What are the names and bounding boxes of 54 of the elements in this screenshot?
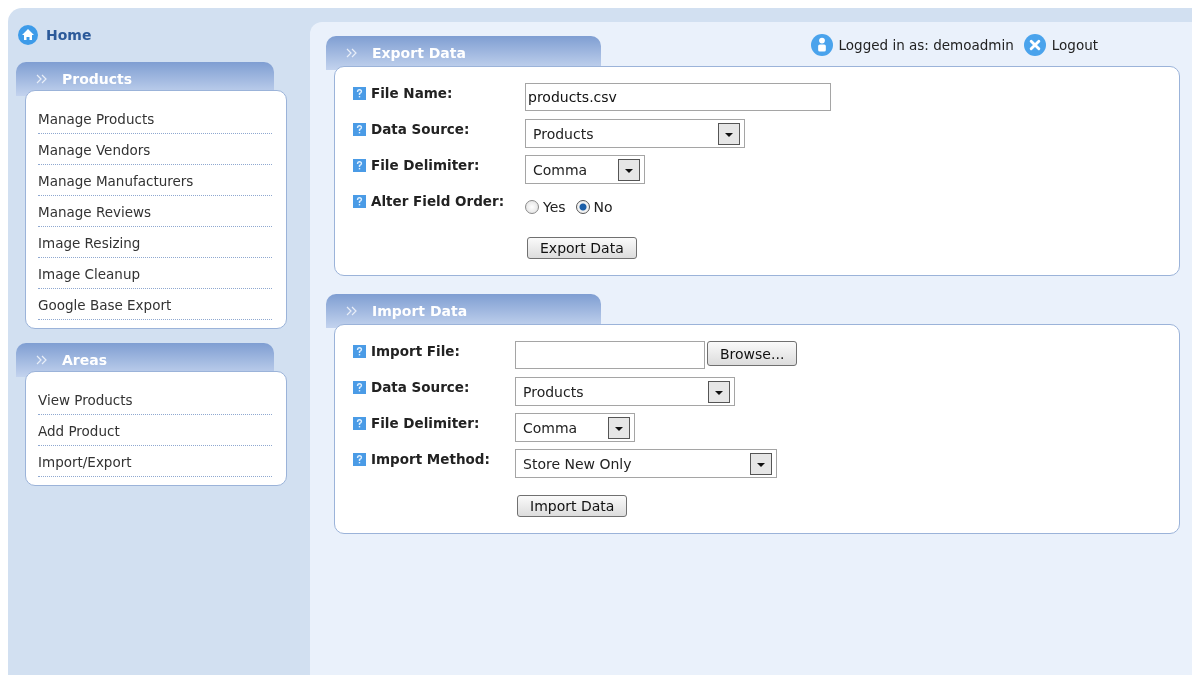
panel-title: Import Data <box>372 303 468 319</box>
field-label: File Delimiter: <box>371 415 480 431</box>
submit-button[interactable]: Import Data <box>517 495 628 517</box>
menu-link[interactable]: Manage Manufacturers <box>38 165 272 196</box>
chevrons-icon <box>36 74 48 84</box>
field-label: Data Source: <box>371 121 470 137</box>
radio-button[interactable] <box>525 200 539 214</box>
field-label: Import File: <box>371 343 460 359</box>
radio-label: No <box>593 199 613 215</box>
menu-link[interactable]: Manage Products <box>38 103 272 134</box>
chevrons-icon <box>346 48 358 58</box>
help-icon[interactable] <box>353 416 366 430</box>
home-icon <box>18 25 38 45</box>
help-icon[interactable] <box>353 86 366 100</box>
help-icon[interactable] <box>353 158 366 172</box>
submit-button[interactable]: Export Data <box>527 237 637 259</box>
home-link[interactable]: Home <box>46 27 92 43</box>
help-icon[interactable] <box>353 194 366 208</box>
radio-label: Yes <box>543 199 566 215</box>
menu-link[interactable]: Import/Export <box>38 446 272 477</box>
dropdown[interactable]: Products <box>515 377 735 406</box>
close-icon <box>1023 34 1046 56</box>
help-icon[interactable] <box>353 452 366 466</box>
menu-link[interactable]: Add Product <box>38 415 272 446</box>
menu-link[interactable]: Google Base Export <box>38 289 272 320</box>
field-label: File Delimiter: <box>371 157 480 173</box>
dropdown[interactable]: Comma <box>525 155 645 184</box>
panel-title: Export Data <box>372 45 466 61</box>
field-label: Alter Field Order: <box>371 193 505 209</box>
radio-button[interactable] <box>575 200 590 214</box>
section-title: Areas <box>62 352 107 368</box>
chevrons-icon <box>346 306 358 316</box>
field-label: Import Method: <box>371 451 490 467</box>
help-icon[interactable] <box>353 344 366 358</box>
field-label: File Name: <box>371 85 453 101</box>
logout-link[interactable]: Logout <box>1051 37 1098 53</box>
menu-link[interactable]: Manage Reviews <box>38 196 272 227</box>
menu-link[interactable]: Image Cleanup <box>38 258 272 289</box>
file-path-field[interactable] <box>515 341 705 369</box>
chevrons-icon <box>36 355 48 365</box>
field-label: Data Source: <box>371 379 470 395</box>
logged-in-text: Logged in as: demoadmin <box>838 37 1014 53</box>
browse-button[interactable]: Browse... <box>707 341 798 366</box>
dropdown[interactable]: Comma <box>515 413 635 442</box>
help-icon[interactable] <box>353 122 366 136</box>
dropdown[interactable]: Products <box>525 119 745 148</box>
user-icon <box>810 34 833 56</box>
menu-link[interactable]: Image Resizing <box>38 227 272 258</box>
menu-link[interactable]: Manage Vendors <box>38 134 272 165</box>
text-field[interactable]: products.csv <box>525 83 831 111</box>
help-icon[interactable] <box>353 380 366 394</box>
section-title: Products <box>62 71 133 87</box>
menu-link[interactable]: View Products <box>38 384 272 415</box>
dropdown[interactable]: Store New Only <box>515 449 777 478</box>
